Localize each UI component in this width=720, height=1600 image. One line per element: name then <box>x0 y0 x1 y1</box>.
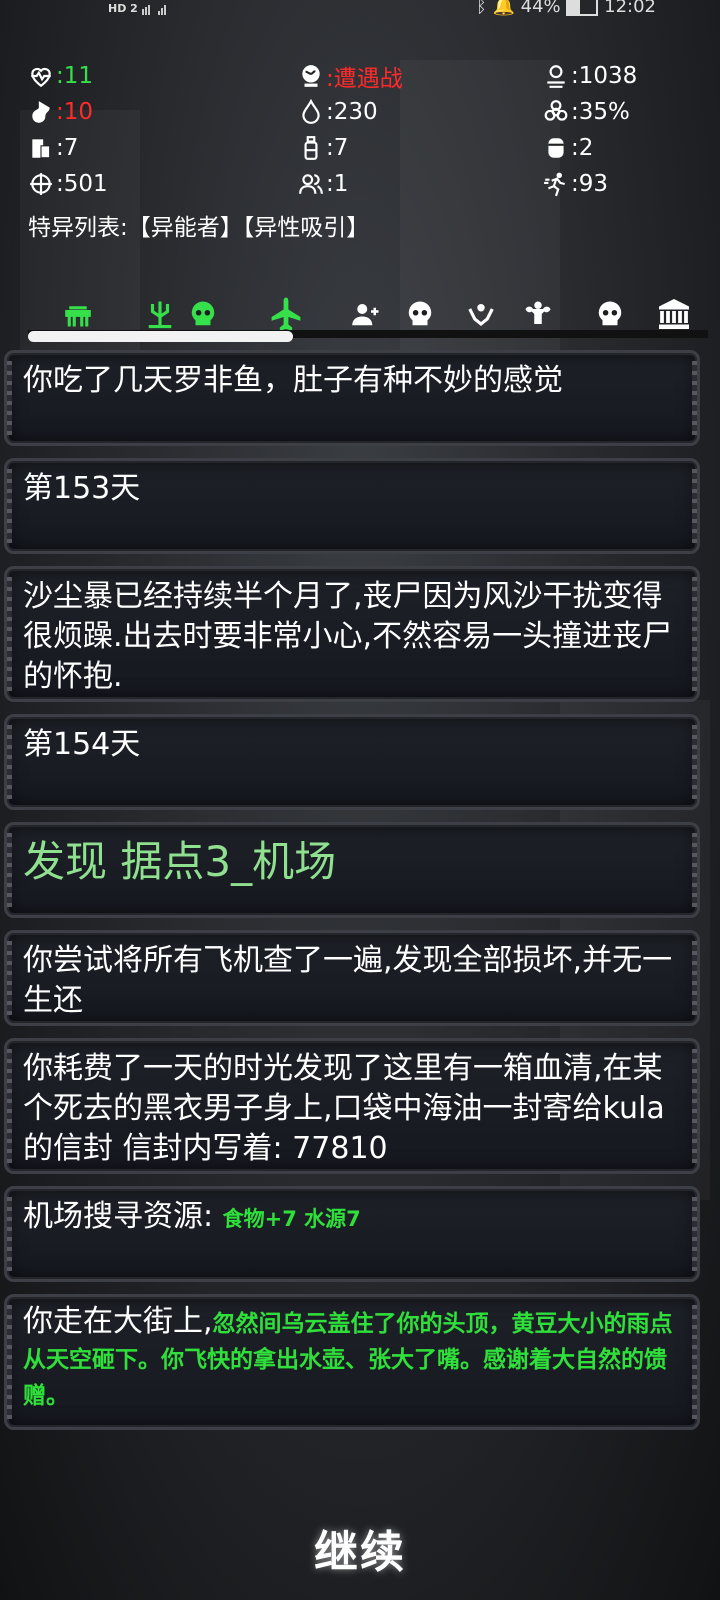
crosshair-icon <box>30 173 52 195</box>
tab-progress-bar <box>28 331 293 342</box>
tab-hands[interactable] <box>461 296 501 332</box>
gate-icon <box>65 306 91 327</box>
log-entry: 你吃了几天罗非鱼，肚子有种不妙的感觉 <box>4 350 700 446</box>
log-text: 你耗费了一天的时光发现了这里有一箱血清,在某个死去的黑衣男子身上,口袋中海油一封… <box>23 1051 665 1166</box>
skull-icon <box>598 301 622 326</box>
gas-can-value: :2 <box>571 135 594 161</box>
health-value: :11 <box>56 63 94 89</box>
encounter-value: :遭遇战 <box>326 66 403 92</box>
can-icon <box>32 139 51 159</box>
hands-icon <box>468 304 494 327</box>
system-status-bar: HD 2 ᛒ 🔔 44% 12:02 <box>0 0 720 22</box>
log-entry: 沙尘暴已经持续半个月了,丧尸因为风沙干扰变得很烦躁.出去时要非常小心,不然容易一… <box>4 566 700 702</box>
tab-gate[interactable] <box>58 296 98 332</box>
health-stat: :11 <box>28 60 93 92</box>
continue-button[interactable]: 继续 <box>0 1516 720 1580</box>
loot-prefix: 机场搜寻资源: <box>23 1199 214 1234</box>
log-entry: 你耗费了一天的时光发现了这里有一箱血清,在某个死去的黑衣男子身上,口袋中海油一封… <box>4 1038 700 1174</box>
log-text: 沙尘暴已经持续半个月了,丧尸因为风沙干扰变得很烦躁.出去时要非常小心,不然容易一… <box>23 579 673 694</box>
bank-icon <box>659 299 689 329</box>
muscle-icon <box>525 301 551 324</box>
biohazard-icon <box>544 100 568 121</box>
distance-value: :1038 <box>571 63 638 89</box>
log-entry: 第154天 <box>4 714 700 810</box>
speed-value: :93 <box>571 171 609 197</box>
tab-skull-1[interactable] <box>183 296 223 332</box>
water-stat: :230 <box>298 96 378 128</box>
log-entry: 你尝试将所有飞机查了一遍,发现全部损坏,并无一生还 <box>4 930 700 1026</box>
day-label: 第154天 <box>23 727 141 762</box>
log-text: 你吃了几天罗非鱼，肚子有种不妙的感觉 <box>23 363 563 398</box>
bell-icon: 🔔 <box>492 0 515 17</box>
location-pin-icon <box>547 65 565 88</box>
skull-icon <box>408 301 432 326</box>
battery-time: ᛒ 🔔 44% 12:02 <box>476 0 656 17</box>
tab-skull-3[interactable] <box>590 296 630 332</box>
tab-muscle[interactable] <box>518 296 558 332</box>
loot-values: 食物+7 水源7 <box>222 1207 361 1231</box>
bottle-icon <box>304 136 318 160</box>
tab-trident[interactable] <box>140 296 180 332</box>
stomach-icon <box>32 101 50 123</box>
distance-stat: :1038 <box>543 60 637 92</box>
battery-icon <box>566 0 599 16</box>
barrel-icon <box>548 138 564 158</box>
trident-icon <box>148 301 172 329</box>
heartbeat-icon <box>31 67 51 88</box>
tab-airplane[interactable] <box>266 296 306 332</box>
people-stat: :1 <box>298 168 348 200</box>
tab-skull-2[interactable] <box>400 296 440 332</box>
hunger-value: :10 <box>56 99 94 125</box>
log-entry: 你走在大街上,忽然间乌云盖住了你的头顶，黄豆大小的雨点从天空砸下。你飞快的拿出水… <box>4 1294 700 1430</box>
log-entry: 机场搜寻资源: 食物+7 水源7 <box>4 1186 700 1282</box>
log-entry: 第153天 <box>4 458 700 554</box>
group-icon <box>299 174 323 194</box>
globe-icon <box>302 65 320 87</box>
food-cans-stat: :7 <box>28 132 78 164</box>
tab-add-person[interactable] <box>346 296 386 332</box>
battery-level: 44% <box>520 0 561 17</box>
water-drop-icon <box>302 99 320 124</box>
log-text: 你尝试将所有飞机查了一遍,发现全部损坏,并无一生还 <box>23 943 673 1018</box>
encounter-stat: :遭遇战 <box>298 60 403 92</box>
network-indicator: HD 2 <box>108 2 167 15</box>
bottles-stat: :7 <box>298 132 348 164</box>
log-entry: 发现 据点3_机场 <box>4 822 700 918</box>
clock: 12:02 <box>604 0 656 17</box>
infection-value: :35% <box>571 99 630 125</box>
airplane-icon <box>271 297 301 331</box>
people-value: :1 <box>326 171 349 197</box>
tab-bank[interactable] <box>654 296 694 332</box>
hunger-stat: :10 <box>28 96 93 128</box>
food-cans-value: :7 <box>56 135 79 161</box>
skull-icon <box>191 301 215 326</box>
bluetooth-icon: ᛒ <box>475 0 487 17</box>
aim-value: :501 <box>56 171 108 197</box>
add-person-icon <box>352 304 379 326</box>
event-prefix: 你走在大街上, <box>23 1304 213 1339</box>
event-text: 你走在大街上,忽然间乌云盖住了你的头顶，黄豆大小的雨点从天空砸下。你飞快的拿出水… <box>23 1305 683 1413</box>
aim-stat: :501 <box>28 168 108 200</box>
day-label: 第153天 <box>23 471 141 506</box>
infection-stat: :35% <box>543 96 630 128</box>
bottles-value: :7 <box>326 135 349 161</box>
speed-stat: :93 <box>543 168 608 200</box>
gas-can-stat: :2 <box>543 132 593 164</box>
traits-list: 特异列表:【异能者】【异性吸引】 <box>28 215 370 241</box>
water-value: :230 <box>326 99 378 125</box>
loot-line: 机场搜寻资源: 食物+7 水源7 <box>23 1197 683 1239</box>
runner-icon <box>544 172 565 197</box>
discovery-title: 发现 据点3_机场 <box>23 837 337 886</box>
